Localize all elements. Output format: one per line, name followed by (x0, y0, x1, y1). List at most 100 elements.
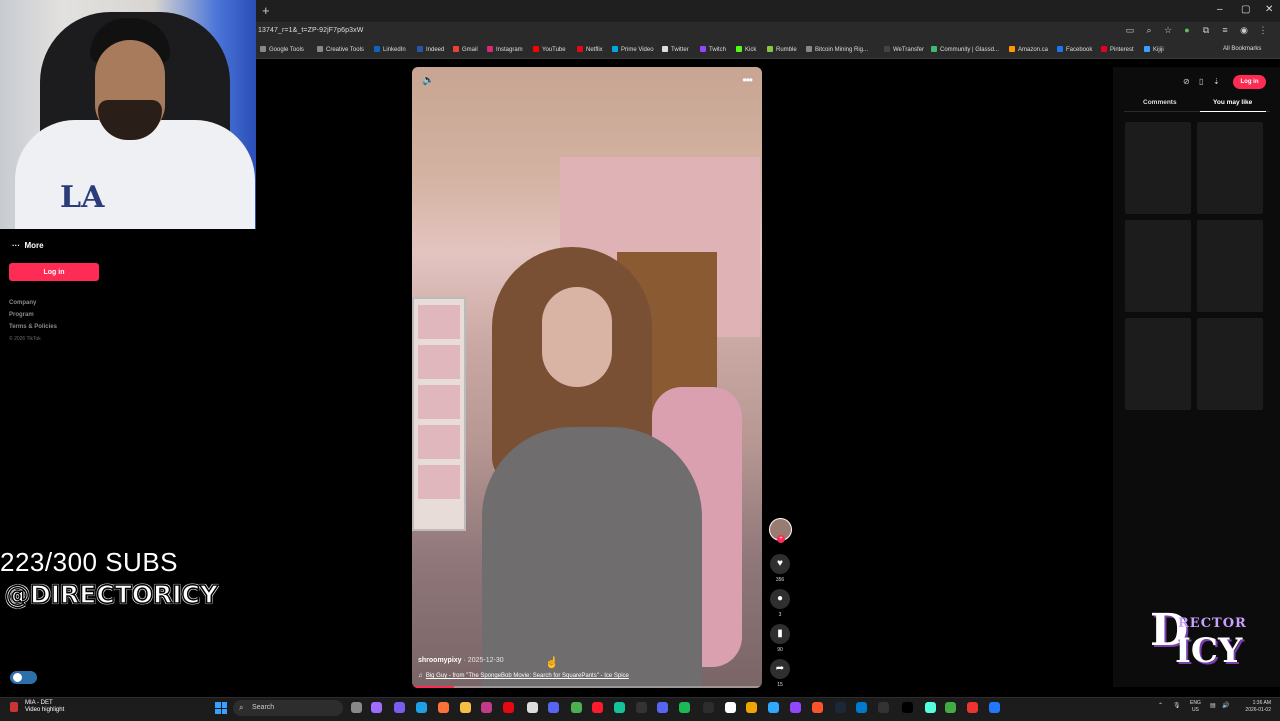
system-clock[interactable]: 1:36 AM 2026-01-02 (1238, 700, 1271, 714)
steam-icon[interactable] (835, 702, 846, 713)
video-player[interactable]: 🔈 ••• shroomypixy · 2025-12-30 ♫ Big Guy… (412, 67, 762, 688)
video-author[interactable]: shroomypixy · 2025-12-30 (418, 657, 504, 664)
more-menu[interactable]: ··· More (12, 241, 44, 250)
bookmark-item[interactable]: WeTransfer (884, 46, 924, 53)
chrome-icon[interactable] (571, 702, 582, 713)
footer-link-company[interactable]: Company (9, 300, 36, 306)
medal-icon[interactable] (746, 702, 757, 713)
close-window-button[interactable]: ✕ (1265, 4, 1273, 15)
download-icon[interactable]: ⇣ (1213, 77, 1220, 86)
obs-icon[interactable] (636, 702, 647, 713)
mic-icon[interactable]: 🎙 (1173, 702, 1181, 709)
bookmark-item[interactable]: Pinterest (1101, 46, 1134, 53)
start-button[interactable] (215, 702, 227, 714)
extension-icon[interactable]: ● (1182, 25, 1192, 35)
puzzle-icon[interactable]: ⧉ (1201, 25, 1211, 35)
suggested-video-thumb[interactable] (1125, 220, 1191, 312)
bookmark-item[interactable]: Bitcoin Mining Rig... (806, 46, 868, 53)
creator-avatar[interactable]: + (769, 518, 792, 543)
new-tab-button[interactable]: + (262, 3, 270, 18)
url-text[interactable]: 13747_r=1&_t=ZP-92jF7p6p3xW (258, 27, 363, 34)
file-explorer-icon[interactable] (460, 702, 471, 713)
epic-icon[interactable] (878, 702, 889, 713)
compass-icon[interactable]: ⊘ (1183, 77, 1190, 86)
photoshop-icon[interactable] (768, 702, 779, 713)
roblox-icon[interactable] (527, 702, 538, 713)
cast-icon[interactable]: ▭ (1125, 25, 1135, 35)
language-indicator[interactable]: ENG US (1190, 700, 1201, 714)
menu-icon[interactable]: ≡ (1220, 25, 1230, 35)
app-icon[interactable] (967, 702, 978, 713)
task-view-icon[interactable] (351, 702, 362, 713)
kebab-menu-icon[interactable]: ⋮ (1258, 25, 1268, 35)
bookmark-item[interactable]: Google Tools (260, 46, 304, 53)
bookmark-item[interactable]: Creative Tools (317, 46, 364, 53)
tab-comments[interactable]: Comments (1143, 99, 1177, 106)
music-info[interactable]: ♫ Big Guy - from "The SpongeBob Movie: S… (418, 673, 629, 679)
minimize-button[interactable]: – (1217, 4, 1223, 15)
twitch-icon[interactable] (790, 702, 801, 713)
netflix-icon[interactable] (503, 702, 514, 713)
follow-plus-icon[interactable]: + (777, 535, 785, 543)
teams-icon[interactable] (394, 702, 405, 713)
suggested-video-thumb[interactable] (1197, 220, 1263, 312)
bookmark-item[interactable]: Twitch (700, 46, 726, 53)
app-icon[interactable] (989, 702, 1000, 713)
video-progress-bar[interactable] (412, 686, 762, 688)
taskbar-search[interactable]: ⌕ Search (233, 700, 343, 716)
author-name[interactable]: shroomypixy (418, 657, 462, 664)
toggle-switch[interactable] (10, 671, 37, 684)
capcut-icon[interactable] (725, 702, 736, 713)
like-action[interactable]: ♥ 356 (769, 554, 791, 583)
copilot-icon[interactable] (371, 702, 382, 713)
opera-icon[interactable] (592, 702, 603, 713)
comment-icon[interactable]: ● (770, 589, 790, 609)
app-icon[interactable] (945, 702, 956, 713)
bookmark-icon[interactable]: ▮ (770, 624, 790, 644)
bookmark-item[interactable]: Kick (736, 46, 756, 53)
weather-widget[interactable]: MIA - DET Video highlight (25, 700, 64, 714)
spotify-icon[interactable] (679, 702, 690, 713)
maximize-button[interactable]: ▢ (1241, 4, 1250, 15)
bookmark-item[interactable]: YouTube (533, 46, 566, 53)
suggested-video-thumb[interactable] (1197, 122, 1263, 214)
profile-icon[interactable]: ◉ (1239, 25, 1249, 35)
comment-action[interactable]: ● 3 (769, 589, 791, 618)
discord-icon[interactable] (548, 702, 559, 713)
save-action[interactable]: ▮ 90 (769, 624, 791, 653)
footer-link-terms[interactable]: Terms & Policies (9, 324, 57, 330)
bookmark-item[interactable]: Prime Video (612, 46, 654, 53)
music-title[interactable]: Big Guy - from "The SpongeBob Movie: Sea… (426, 673, 629, 679)
sidebar-login-button[interactable]: Log in (9, 263, 99, 281)
suggested-video-thumb[interactable] (1197, 318, 1263, 410)
footer-link-program[interactable]: Program (9, 312, 34, 318)
bookmark-item[interactable]: Indeed (417, 46, 444, 53)
video-more-icon[interactable]: ••• (742, 73, 753, 87)
bookmark-item[interactable]: Instagram (487, 46, 523, 53)
tray-chevron-icon[interactable]: ⌃ (1158, 702, 1163, 709)
network-icon[interactable]: ▤ (1210, 702, 1216, 709)
discord-alt-icon[interactable] (657, 702, 668, 713)
vscode-icon[interactable] (856, 702, 867, 713)
volume-icon[interactable]: 🔈 (422, 75, 434, 86)
notes-icon[interactable] (481, 702, 492, 713)
suggested-video-thumb[interactable] (1125, 122, 1191, 214)
grammarly-icon[interactable] (614, 702, 625, 713)
header-login-button[interactable]: Log in (1233, 75, 1266, 89)
volume-tray-icon[interactable]: 🔊 (1222, 702, 1229, 709)
edge-icon[interactable] (416, 702, 427, 713)
bookmark-item[interactable]: Twitter (662, 46, 689, 53)
weather-icon[interactable] (10, 702, 18, 712)
share-icon[interactable]: ➦ (770, 659, 790, 679)
tab-you-may-like[interactable]: You may like (1213, 99, 1252, 106)
phone-icon[interactable]: ▯ (1199, 77, 1203, 86)
app-icon[interactable] (925, 702, 936, 713)
zoom-icon[interactable]: ⌕ (1144, 25, 1154, 35)
brave-icon[interactable] (812, 702, 823, 713)
bookmark-item[interactable]: LinkedIn (374, 46, 406, 53)
bookmark-item[interactable]: Kijiji (1144, 46, 1164, 53)
bookmark-item[interactable]: Rumble (767, 46, 797, 53)
bookmark-item[interactable]: Community | Glassd... (931, 46, 999, 53)
heart-icon[interactable]: ♥ (770, 554, 790, 574)
star-icon[interactable]: ☆ (1163, 25, 1173, 35)
